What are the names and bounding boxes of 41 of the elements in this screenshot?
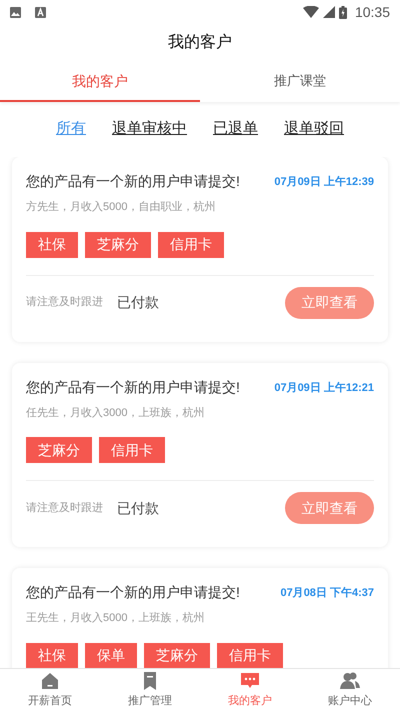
card-title: 您的产品有一个新的用户申请提交! (26, 172, 240, 191)
filter-link[interactable]: 所有 (56, 118, 86, 141)
tag: 信用卡 (158, 232, 224, 258)
home-icon (40, 670, 60, 691)
status-time: 10:35 (354, 2, 390, 22)
tab[interactable]: 我的客户 (0, 62, 200, 102)
filter-link[interactable]: 已退单 (213, 118, 258, 141)
tag: 社保 (26, 642, 78, 668)
nav-tab[interactable]: 我的客户 (200, 669, 300, 711)
follow-up-hint: 请注意及时跟进 (26, 500, 103, 516)
letter-icon (35, 6, 46, 18)
card-time: 07月09日 上午12:39 (274, 174, 374, 190)
card-title: 您的产品有一个新的用户申请提交! (26, 378, 240, 396)
tag: 信用卡 (99, 437, 165, 463)
signal-icon (322, 6, 335, 18)
tag: 芝麻分 (144, 642, 210, 668)
customer-details: 方先生，月收入5000，自由职业，杭州 (26, 200, 216, 215)
tab[interactable]: 推广课堂 (200, 62, 400, 102)
payment-status: 已付款 (117, 293, 159, 312)
battery-icon (338, 6, 347, 18)
people-icon (340, 670, 360, 691)
tag: 信用卡 (217, 642, 283, 668)
page-title: 我的客户 (168, 32, 232, 53)
tag: 芝麻分 (85, 232, 151, 258)
filter-link[interactable]: 退单审核中 (112, 118, 187, 141)
card-time: 07月08日 下午4:37 (280, 586, 374, 601)
customer-details: 王先生，月收入5000，上班族，杭州 (26, 611, 206, 626)
tag: 保单 (85, 642, 137, 668)
filter-link[interactable]: 退单驳回 (284, 118, 344, 141)
card-title: 您的产品有一个新的用户申请提交! (26, 583, 240, 602)
card-time: 07月09日 上午12:21 (274, 380, 374, 396)
wifi-icon (302, 6, 319, 18)
nav-tab[interactable]: 推广管理 (100, 669, 200, 711)
tag: 芝麻分 (26, 437, 92, 463)
image-icon (10, 6, 21, 18)
nav-tab[interactable]: 账户中心 (300, 669, 400, 711)
follow-up-hint: 请注意及时跟进 (26, 294, 103, 310)
customer-details: 任先生，月收入3000，上班族，杭州 (26, 406, 206, 420)
nav-tab[interactable]: 开薪首页 (0, 669, 100, 711)
tag: 社保 (26, 232, 78, 258)
payment-status: 已付款 (117, 498, 159, 518)
